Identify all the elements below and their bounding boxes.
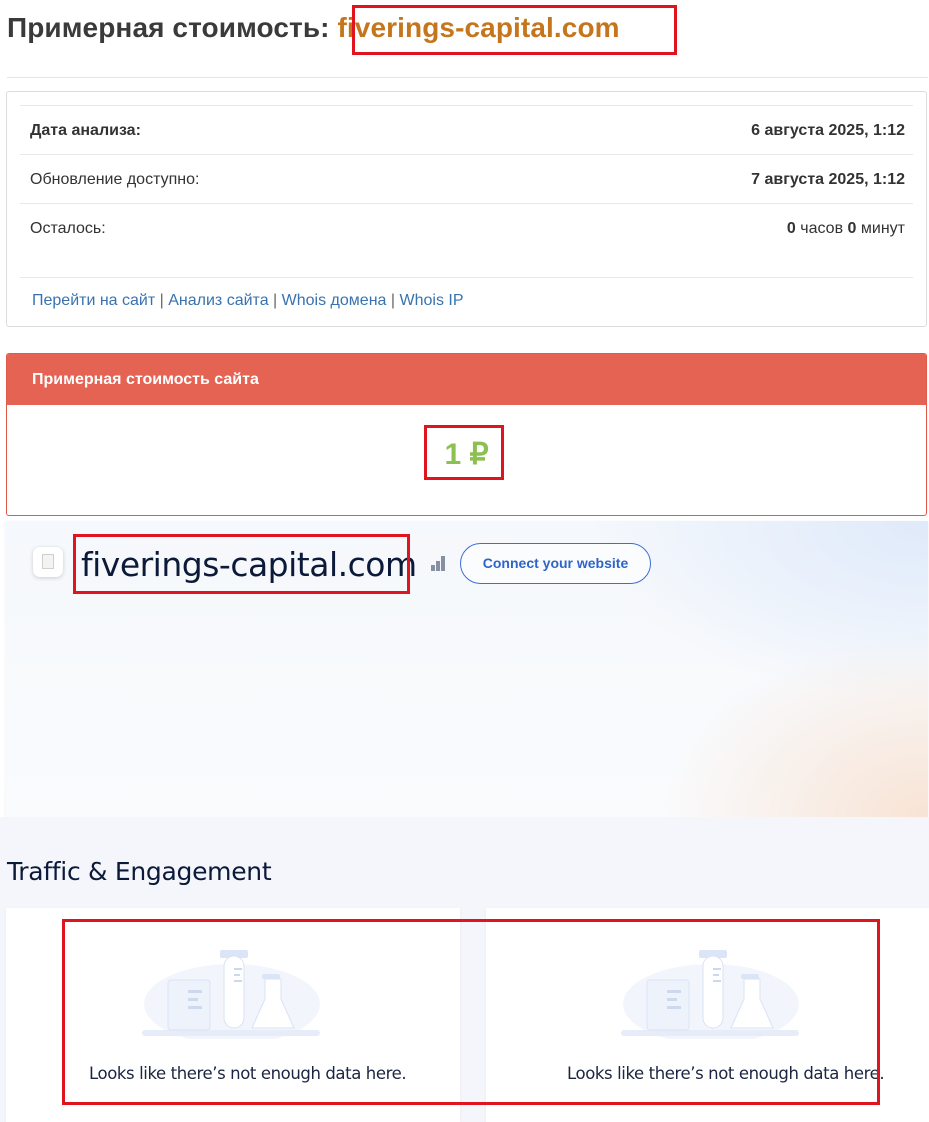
update-available-row: Обновление доступно: 7 августа 2025, 1:1… [20, 154, 913, 203]
traffic-highlight-box [62, 919, 880, 1105]
remaining-minutes-unit: минут [860, 220, 905, 237]
analysis-date-row: Дата анализа: 6 августа 2025, 1:12 [20, 105, 913, 154]
update-available-label: Обновление доступно: [30, 171, 200, 188]
remaining-row: Осталось: 0 часов 0 минут [20, 203, 913, 252]
whois-ip-link[interactable]: Whois IP [399, 292, 463, 309]
whois-domain-link[interactable]: Whois домена [282, 292, 387, 309]
valuation-heading: Примерная стоимость сайта [7, 354, 926, 405]
remaining-hours-unit: часов [800, 220, 844, 237]
remaining-label: Осталось: [30, 220, 106, 237]
page-title-prefix: Примерная стоимость: [7, 12, 330, 43]
remaining-hours: 0 [786, 220, 796, 237]
remaining-minutes: 0 [847, 220, 857, 237]
traffic-section-title: Traffic & Engagement [7, 857, 272, 886]
site-analysis-link[interactable]: Анализ сайта [168, 292, 268, 309]
link-separator: | [273, 292, 278, 309]
update-available-value: 7 августа 2025, 1:12 [751, 171, 905, 188]
goto-site-link[interactable]: Перейти на сайт [32, 292, 155, 309]
site-domain-highlight-box [73, 534, 410, 594]
domain-highlight-box [352, 5, 677, 55]
analysis-info-card: Дата анализа: 6 августа 2025, 1:12 Обнов… [6, 91, 927, 327]
remaining-value: 0 часов 0 минут [787, 220, 905, 238]
analysis-date-value: 6 августа 2025, 1:12 [751, 122, 905, 139]
link-separator: | [159, 292, 164, 309]
analysis-date-label: Дата анализа: [30, 122, 141, 139]
connect-website-button[interactable]: Connect your website [460, 543, 651, 584]
amount-highlight-box [424, 425, 504, 480]
bar-chart-icon [431, 555, 451, 571]
title-divider [7, 77, 928, 78]
info-divider [20, 277, 913, 278]
site-links: Перейти на сайт | Анализ сайта | Whois д… [32, 292, 464, 310]
link-separator: | [390, 292, 396, 309]
document-icon [33, 547, 63, 577]
